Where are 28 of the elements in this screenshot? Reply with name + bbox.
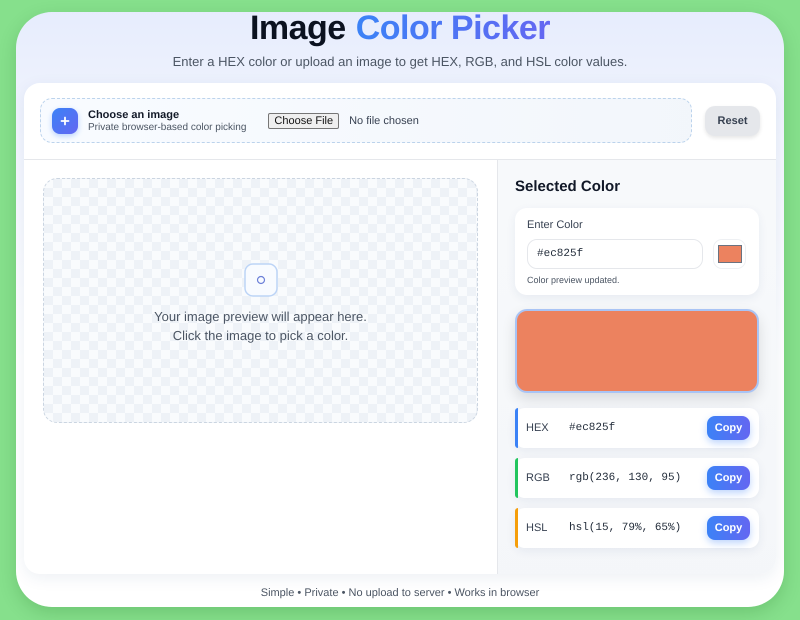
image-preview-area[interactable]: Your image preview will appear here. Click the image to pick a color. bbox=[43, 178, 478, 423]
upload-heading: Choose an image bbox=[88, 108, 180, 120]
reset-button[interactable]: Reset bbox=[705, 106, 760, 136]
choose-file-button[interactable]: Choose File bbox=[268, 112, 340, 128]
copy-button[interactable]: Copy bbox=[707, 416, 750, 440]
status-hint: Color preview updated. bbox=[527, 275, 621, 285]
color-swatch-button[interactable] bbox=[713, 239, 746, 269]
preview-hint-text: Your image preview will appear here. bbox=[154, 308, 367, 326]
footer-text: Simple • Private • No upload to server • Works in browser bbox=[260, 587, 540, 599]
input-label: Enter Color bbox=[527, 219, 584, 231]
upload-description: Private browser-based color picking bbox=[88, 122, 246, 132]
format-label: HSL bbox=[526, 522, 548, 534]
ring-tile-icon bbox=[244, 262, 278, 296]
file-status: No file chosen bbox=[349, 114, 419, 126]
format-value: #ec825f bbox=[569, 422, 616, 434]
upload-area[interactable]: Choose an image Private browser-based color picking Choose File No file chosen bbox=[40, 98, 692, 143]
copy-button[interactable]: Copy bbox=[707, 516, 750, 540]
format-label: HEX bbox=[526, 422, 550, 434]
app-subtitle: Enter a HEX color or upload an image to get HEX, RGB, and HSL color values. bbox=[172, 54, 628, 69]
app-title: Image bbox=[250, 12, 346, 44]
format-value: rgb(236, 130, 95) bbox=[569, 472, 682, 484]
format-label: RGB bbox=[526, 472, 551, 484]
hex-input-field[interactable]: #ec825f bbox=[527, 239, 703, 269]
copy-button[interactable]: Copy bbox=[707, 466, 750, 490]
format-value: hsl(15, 79%, 65%) bbox=[569, 522, 682, 534]
sidebar-heading: Selected Color bbox=[515, 177, 622, 197]
preview-hint-text: Click the image to pick a color. bbox=[172, 326, 348, 344]
plus-icon bbox=[52, 108, 78, 134]
